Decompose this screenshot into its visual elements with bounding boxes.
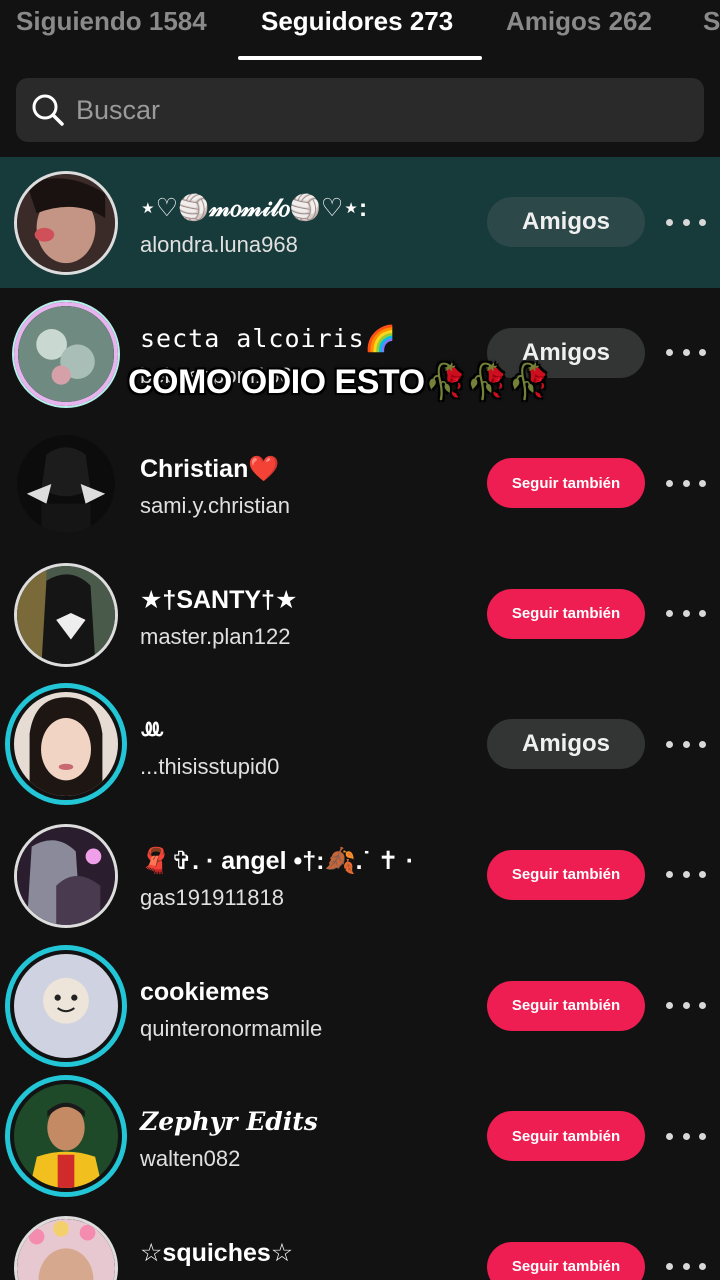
more-options-icon[interactable] bbox=[666, 1260, 706, 1274]
avatar[interactable] bbox=[14, 301, 118, 406]
username: sami.y.christian bbox=[140, 493, 290, 519]
follow-back-button[interactable]: Seguir también bbox=[487, 1111, 645, 1162]
more-options-icon[interactable] bbox=[666, 215, 706, 229]
avatar[interactable] bbox=[14, 1215, 118, 1280]
username: alondra.luna968 bbox=[140, 232, 298, 257]
avatar[interactable] bbox=[5, 1075, 127, 1198]
more-options-icon[interactable] bbox=[666, 476, 706, 490]
username: quinteronormamile bbox=[140, 1015, 323, 1041]
list-item[interactable]: Christian❤️ sami.y.christian Seguir tamb… bbox=[0, 418, 720, 549]
list-item[interactable]: ꔛ ...thisisstupid0 Amigos bbox=[0, 679, 720, 810]
search-input[interactable]: Buscar bbox=[76, 95, 160, 126]
display-name: ☆squiches☆ bbox=[140, 1238, 294, 1267]
list-item[interactable]: ☆squiches☆ squiches0 Seguir también bbox=[0, 1202, 720, 1280]
follow-back-button[interactable]: Seguir también bbox=[487, 849, 645, 900]
username: walten082 bbox=[140, 1146, 241, 1172]
display-name: 🧣✞. · angel •†:🍂.˙ ✝ · bbox=[140, 846, 415, 875]
username: gas191911818 bbox=[140, 884, 284, 910]
search-icon bbox=[32, 94, 64, 126]
more-options-icon[interactable] bbox=[666, 999, 706, 1013]
display-name: ★†SANTY†★ bbox=[140, 585, 298, 614]
list-item[interactable]: 🧣✞. · angel •†:🍂.˙ ✝ · gas191911818 Segu… bbox=[0, 810, 720, 941]
search-bar[interactable]: Buscar bbox=[16, 78, 704, 142]
username: squiches0 bbox=[140, 1274, 480, 1280]
list-item[interactable]: cookiemes quinteronormamile Seguir tambi… bbox=[0, 941, 720, 1072]
avatar[interactable] bbox=[5, 944, 127, 1067]
active-tab-indicator bbox=[238, 56, 482, 60]
more-options-icon[interactable] bbox=[666, 868, 706, 882]
follow-back-button[interactable]: Seguir también bbox=[487, 1241, 645, 1280]
avatar[interactable] bbox=[5, 683, 127, 806]
display-name: Christian❤️ bbox=[140, 455, 280, 484]
follow-back-button[interactable]: Seguir también bbox=[487, 588, 645, 639]
username: ...thisisstupid0 bbox=[140, 754, 280, 780]
list-item[interactable]: 𝒁𝒆𝒑𝒉𝒚𝒓 𝑬𝒅𝒊𝒕𝒔 walten082 Seguir también bbox=[0, 1071, 720, 1202]
more-options-icon[interactable] bbox=[666, 737, 706, 751]
display-name: secta alcoiris🌈 bbox=[140, 323, 397, 353]
friends-button[interactable]: Amigos bbox=[487, 197, 645, 247]
friends-button[interactable]: Amigos bbox=[487, 719, 645, 770]
tab-suggested[interactable]: S bbox=[703, 6, 720, 37]
follow-tabs: Siguiendo 1584 Seguidores 273 Amigos 262… bbox=[0, 0, 720, 62]
avatar[interactable] bbox=[14, 432, 118, 537]
username: master.plan122 bbox=[140, 623, 291, 649]
list-item[interactable]: ⋆♡🏐𝓂𝑜𝓂𝒾𝓁𝑜🏐♡⋆: alondra.luna968 Amigos bbox=[0, 157, 720, 288]
avatar[interactable] bbox=[14, 823, 118, 928]
display-name: ꔛ bbox=[140, 716, 165, 745]
video-caption-overlay: COMO ODIO ESTO🥀🥀🥀 bbox=[128, 363, 551, 401]
list-item[interactable]: ★†SANTY†★ master.plan122 Seguir también bbox=[0, 549, 720, 680]
tab-following[interactable]: Siguiendo 1584 bbox=[16, 6, 207, 37]
more-options-icon[interactable] bbox=[666, 607, 706, 621]
display-name: 𝒁𝒆𝒑𝒉𝒚𝒓 𝑬𝒅𝒊𝒕𝒔 bbox=[140, 1107, 318, 1137]
avatar[interactable] bbox=[14, 562, 118, 667]
more-options-icon[interactable] bbox=[666, 346, 706, 360]
tab-followers[interactable]: Seguidores 273 bbox=[261, 6, 453, 37]
followers-list: ⋆♡🏐𝓂𝑜𝓂𝒾𝓁𝑜🏐♡⋆: alondra.luna968 Amigos sec… bbox=[0, 157, 720, 1280]
tab-friends[interactable]: Amigos 262 bbox=[506, 6, 652, 37]
display-name: ⋆♡🏐𝓂𝑜𝓂𝒾𝓁𝑜🏐♡⋆: bbox=[140, 194, 368, 222]
avatar[interactable] bbox=[14, 171, 118, 275]
display-name: cookiemes bbox=[140, 977, 270, 1006]
follow-back-button[interactable]: Seguir también bbox=[487, 458, 645, 509]
more-options-icon[interactable] bbox=[666, 1129, 706, 1143]
follow-back-button[interactable]: Seguir también bbox=[487, 980, 645, 1031]
